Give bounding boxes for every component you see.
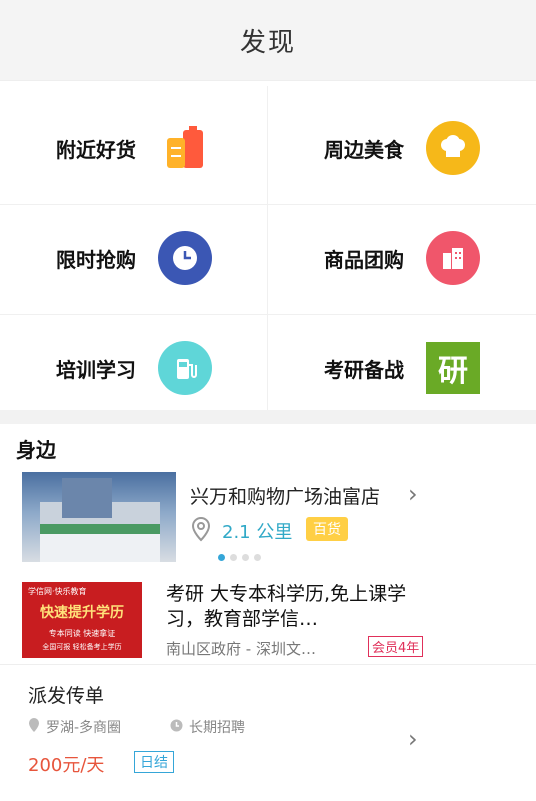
category-exam-prep[interactable]: 考研备战 研: [268, 314, 536, 422]
chevron-right-icon: ›: [408, 480, 418, 508]
job-area: 罗湖-多商圈: [28, 717, 121, 737]
distance-text: 2.1 公里: [222, 522, 293, 543]
page-title: 发现: [239, 27, 296, 58]
carousel-dots[interactable]: [218, 554, 261, 561]
yan-badge-icon: 研: [426, 342, 480, 394]
fuel-pump-icon: [158, 341, 212, 395]
mall-thumbnail: [22, 472, 176, 562]
luggage-icon: [158, 121, 212, 175]
ad-logo-text: 学信网·快乐教育: [28, 587, 87, 596]
category-tag: 百货: [306, 517, 348, 541]
education-ad-thumbnail: 学信网·快乐教育 快速提升学历 专本同读 快速拿证 全国可报 轻松备考上学历: [22, 582, 142, 658]
location-pin-icon: [28, 718, 40, 736]
category-label: 商品团购: [324, 247, 404, 272]
ad-line: 专本同读 快速拿证: [48, 629, 116, 638]
job-price: 200元/天: [28, 755, 105, 776]
category-label: 限时抢购: [56, 247, 136, 272]
job-duration-text: 长期招聘: [189, 720, 245, 736]
list-item-job[interactable]: 派发传单 罗湖-多商圈 长期招聘 200元/天 日结 ›: [0, 664, 536, 801]
section-title-nearby: 身边: [16, 438, 56, 462]
category-label: 考研备战: [324, 357, 404, 382]
location-pin-icon: [190, 516, 212, 546]
clock-icon: [158, 231, 212, 285]
job-area-text: 罗湖-多商圈: [46, 720, 122, 736]
listing-location: 南山区政府 - 深圳文…: [166, 640, 316, 658]
list-item-mall[interactable]: 兴万和购物广场油富店 › 2.1 公里 百货: [0, 472, 536, 572]
daily-pay-tag: 日结: [134, 751, 174, 773]
chevron-right-icon: ›: [408, 725, 418, 753]
carousel-dot[interactable]: [218, 554, 225, 561]
carousel-dot[interactable]: [242, 554, 249, 561]
carousel-dot[interactable]: [230, 554, 237, 561]
section-separator: [0, 410, 536, 424]
chef-hat-icon: [426, 121, 480, 175]
category-flash-sale[interactable]: 限时抢购: [0, 204, 268, 312]
ad-line: 全国可报 轻松备考上学历: [42, 643, 122, 651]
category-food[interactable]: 周边美食: [268, 94, 536, 202]
ad-heading: 快速提升学历: [40, 605, 124, 621]
job-duration: 长期招聘: [170, 717, 245, 737]
top-header: 发现: [0, 0, 536, 81]
category-label: 培训学习: [56, 357, 136, 382]
category-nearby-goods[interactable]: 附近好货: [0, 94, 268, 202]
category-label: 周边美食: [324, 137, 404, 162]
category-grid: 附近好货 周边美食 限时抢购 商品团购 培训学习 考研备战 研: [0, 86, 536, 410]
list-item-education[interactable]: 学信网·快乐教育 快速提升学历 专本同读 快速拿证 全国可报 轻松备考上学历 考…: [0, 578, 536, 662]
carousel-dot[interactable]: [254, 554, 261, 561]
category-training[interactable]: 培训学习: [0, 314, 268, 422]
buildings-icon: [426, 231, 480, 285]
store-name: 兴万和购物广场油富店: [190, 486, 381, 508]
listing-title: 考研 大专本科学历,免上课学习，教育部学信…: [166, 583, 407, 630]
clock-icon: [170, 719, 183, 736]
category-label: 附近好货: [56, 137, 136, 162]
job-title: 派发传单: [28, 685, 105, 707]
category-group-buy[interactable]: 商品团购: [268, 204, 536, 312]
member-badge: 会员4年: [368, 636, 424, 657]
